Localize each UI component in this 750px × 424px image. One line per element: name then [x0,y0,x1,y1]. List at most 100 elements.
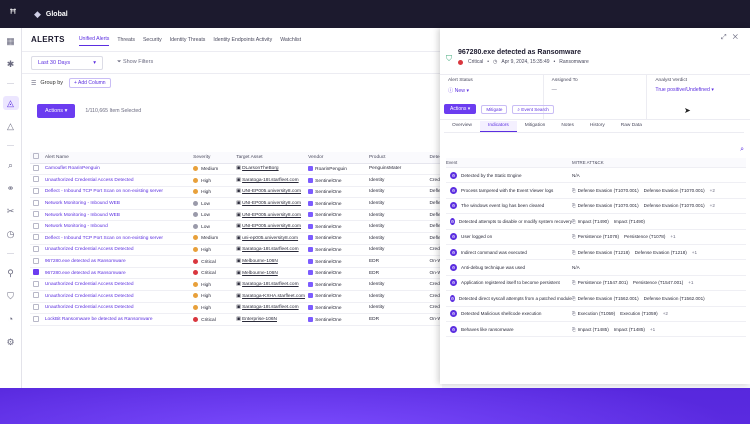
clock-icon[interactable]: ◔ [3,312,19,326]
row-checkbox[interactable] [33,292,39,299]
more-techniques-badge[interactable]: +2 [710,188,715,193]
expand-icon[interactable]: ⤢ [721,34,733,41]
mitre-technique-link[interactable]: Defense Evasion (T1218) [635,250,687,255]
row-select-cell[interactable] [30,255,42,268]
actions-button[interactable]: Actions ▾ [37,104,76,118]
target-asset-cell[interactable]: ▣ DLarsonTheBorg [233,163,306,176]
mitre-technique-link[interactable]: Impact (T1490) [614,219,645,224]
assigned-to-value[interactable]: — [552,87,639,93]
table-row[interactable]: Network Monitoring - Inbound WEB Low ▣ UNI… [30,197,442,210]
alert-name-cell[interactable]: Network Monitoring - Inbound [41,220,191,234]
indicators-search-icon[interactable]: ⌕ [740,146,744,154]
table-row[interactable]: Deflect - Inbound TCP Port Scan on non-e… [30,186,442,199]
row-checkbox[interactable] [33,211,39,218]
dashboard-icon[interactable]: ▦ [3,34,19,48]
row-select-cell[interactable] [30,209,42,222]
more-techniques-badge[interactable]: +2 [710,203,715,208]
more-techniques-badge[interactable]: +2 [663,311,668,316]
target-asset-cell[interactable]: ▣ Saratoga-18t.starfleet.com [233,302,306,315]
analyst-verdict-field[interactable]: Analyst Verdict True positive/Undefined … [647,75,750,119]
row-checkbox[interactable] [33,199,39,206]
shield-icon[interactable]: ⛉ [3,289,19,303]
row-checkbox[interactable] [33,245,39,252]
col-alert-name[interactable]: Alert Name [41,152,191,164]
row-checkbox[interactable] [33,176,39,183]
tab-indicators[interactable]: Indicators [480,121,517,132]
alert-name-cell[interactable]: Unauthorized Credential Access Detected [41,174,191,187]
target-asset-cell[interactable]: ▣ Saratoga-KXHA.starfleet.com [233,290,306,303]
tab-security[interactable]: Security [143,34,162,46]
alert-name-cell[interactable]: LockBit Ransomware be detected as Ransom… [41,313,191,326]
tab-notes[interactable]: Notes [553,121,582,132]
indicator-row[interactable]: ⚙ Behaves like ransomware ⎘ Impact (T1485) I… [446,322,746,338]
row-checkbox[interactable] [33,303,39,310]
table-row[interactable]: Unauthorized Credential Access Detected H… [30,244,442,257]
row-select-cell[interactable] [30,290,42,303]
row-select-cell[interactable] [30,197,42,210]
event-search-button[interactable]: ⌕ Event Search [512,104,554,114]
asset-link[interactable]: DLarsonTheBorg [242,166,279,171]
close-icon[interactable]: ✕ [733,34,744,41]
mitre-technique-link[interactable]: Execution (T1059) [620,311,658,316]
asset-link[interactable]: UNI-EP005.university8.com [242,189,301,194]
row-checkbox[interactable] [33,280,39,287]
mitre-technique-link[interactable]: Persistence (T1547.001) [633,280,683,285]
target-asset-cell[interactable]: ▣ Saratoga-18t.starfleet.com [233,174,306,187]
scope-label[interactable]: Global [46,11,68,18]
mitre-technique-link[interactable]: Execution (T1059) [578,311,616,316]
indicator-row[interactable]: ⚙ Application registered itself to become… [446,276,746,292]
tab-mitigation[interactable]: Mitigation [517,121,554,132]
settings-icon[interactable]: ⚙ [3,335,19,349]
tab-raw-data[interactable]: Raw Data [613,121,650,132]
indicator-row[interactable]: ⚙ Anti-debug technique was used N/A [446,260,746,276]
row-select-cell[interactable] [30,302,42,315]
alert-name-cell[interactable]: Network Monitoring - Inbound WEB [41,209,191,222]
table-row[interactable]: 967280.exe detected as Ransomware Critica… [30,255,442,268]
row-select-cell[interactable] [30,232,42,245]
row-select-cell[interactable] [30,313,42,326]
mitre-technique-link[interactable]: Defense Evasion (T1562.001) [644,296,705,301]
mitre-technique-link[interactable]: Impact (T1485) [578,327,609,332]
row-select-cell[interactable] [30,174,42,187]
alert-name-cell[interactable]: Deflect - Inbound TCP Port Scan on non-e… [41,232,191,245]
indicator-row[interactable]: ⚙ User logged on ⎘ Persistence (T1078) Persi… [446,230,746,245]
row-checkbox[interactable] [33,269,39,276]
col-severity[interactable]: Severity [190,152,234,164]
table-row[interactable]: Camouflet RoarinPenguin Medium ▣ DLarsonTh… [30,163,442,176]
asset-link[interactable]: Melbourne-106N [242,259,278,264]
row-checkbox[interactable] [33,315,39,322]
mitre-technique-link[interactable]: Defense Evasion (T1070.001) [644,203,705,208]
more-techniques-badge[interactable]: +1 [692,250,697,255]
target-asset-cell[interactable]: ▣ Saratoga-18t.starfleet.com [233,244,306,257]
table-row[interactable]: Deflect - Inbound TCP Port Scan on non-e… [30,232,442,245]
sentinelone-logo-icon[interactable]: ꟸ [0,0,26,28]
analyst-verdict-value[interactable]: True positive/Undefined ▾ [655,87,742,93]
alert-name-cell[interactable]: Unauthorized Credential Access Detected [41,290,191,303]
tab-history[interactable]: History [582,121,613,132]
asset-link[interactable]: Saratoga-18t.starfleet.com [242,282,299,287]
alert-status-value[interactable]: ⓘ New ▾ [448,87,535,94]
asset-link[interactable]: uni-ep005.university8.com [242,236,298,241]
asset-link[interactable]: Saratoga-KXHA.starfleet.com [242,294,305,299]
asset-link[interactable]: UNI-EP005.university8.com [242,224,301,229]
mitre-technique-link[interactable]: Persistence (T1078) [624,234,665,239]
alert-name-cell[interactable]: Deflect - Inbound TCP Port Scan on non-e… [41,186,191,199]
table-row[interactable]: Unauthorized Credential Access Detected H… [30,174,442,187]
search-icon[interactable]: ⌕ [3,158,19,172]
target-asset-cell[interactable]: ▣ uni-ep005.university8.com [233,232,306,245]
location-icon[interactable]: ⚲ [3,266,19,280]
asset-link[interactable]: Saratoga-18t.starfleet.com [242,178,299,183]
alerts-icon[interactable]: ◬ [2,96,19,110]
indicator-row[interactable]: ⚙ The windows event log has been cleared ⎘… [446,199,746,215]
col-mitre-attack[interactable]: MITRE ATT&CK [572,160,746,165]
table-row[interactable]: Unauthorized Credential Access Detected H… [30,278,442,292]
group-by-label[interactable]: Group by [40,80,63,86]
tab-unified-alerts[interactable]: Unified Alerts [78,33,110,46]
mitigate-button[interactable]: Mitigate [481,104,508,114]
select-all-cell[interactable] [30,152,42,164]
tab-watchlist[interactable]: Watchlist [280,34,301,46]
target-asset-cell[interactable]: ▣ Melbourne-106N [233,267,306,280]
asset-link[interactable]: UNI-EP005.university8.com [242,213,301,218]
alert-name-cell[interactable]: Unauthorized Credential Access Detected [41,278,191,292]
tab-threats[interactable]: Threats [117,34,135,46]
